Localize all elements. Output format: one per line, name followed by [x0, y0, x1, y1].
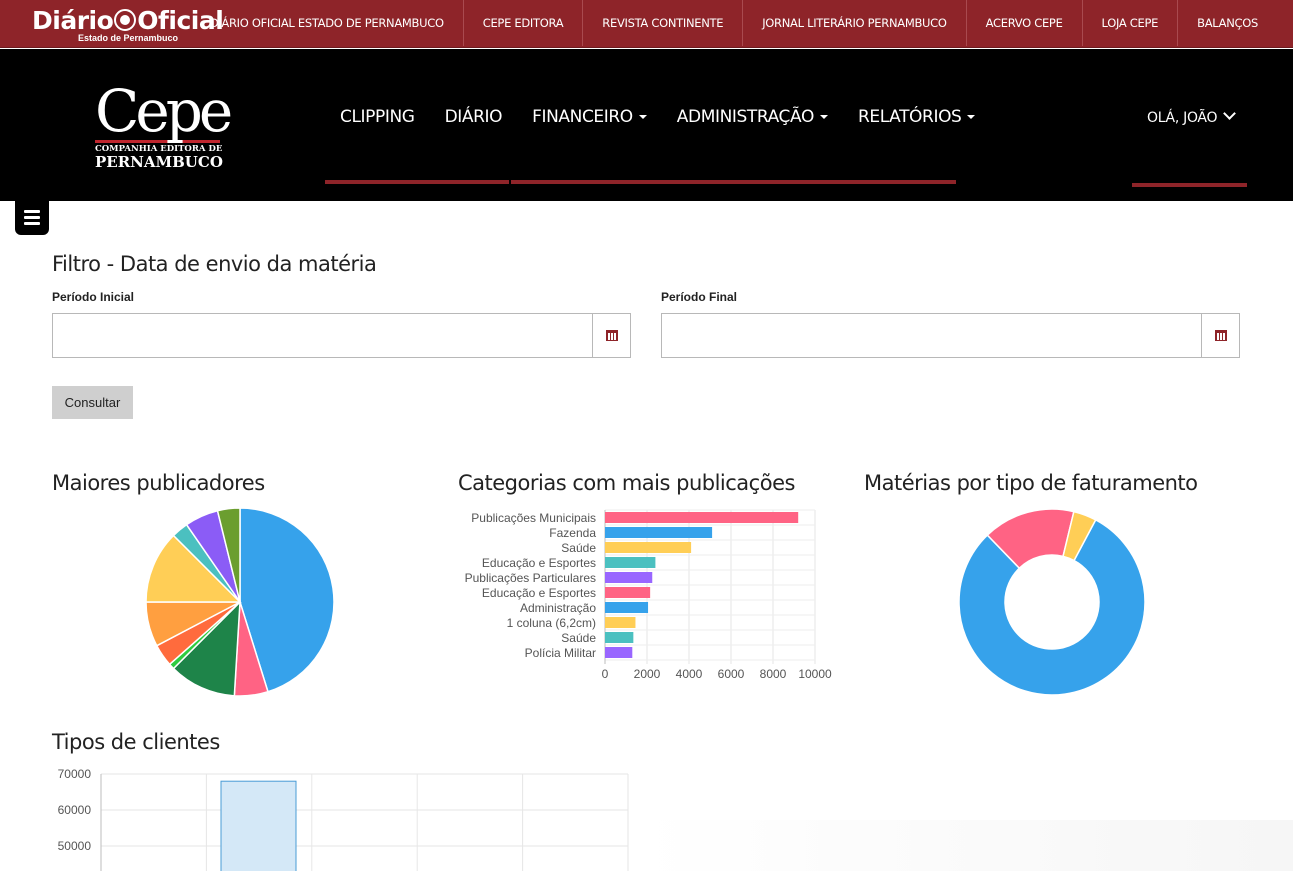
category-bar[interactable]: [605, 602, 649, 613]
category-bar[interactable]: [605, 572, 653, 583]
category-label: Educação e Esportes: [482, 556, 596, 570]
menu-item-financeiro[interactable]: FINANCEIRO: [517, 49, 662, 185]
category-label: Polícia Militar: [525, 646, 596, 660]
chevron-down-icon: [1223, 107, 1237, 120]
filter-title: Filtro - Data de envio da matéria: [52, 252, 377, 276]
seal-icon: [114, 9, 137, 31]
billing-chart-title: Matérias por tipo de faturamento: [864, 471, 1198, 495]
top-link-acervo-cepe[interactable]: ACERVO CEPE: [965, 0, 1082, 46]
publishers-chart-title: Maiores publicadores: [52, 471, 265, 495]
category-label: Saúde: [561, 631, 596, 645]
y-tick-label: 70000: [58, 767, 92, 781]
category-label: Saúde: [561, 541, 596, 555]
top-link-diario-oficial[interactable]: DIÁRIO OFICIAL ESTADO DE PERNAMBUCO: [191, 0, 463, 46]
category-bar[interactable]: [605, 617, 636, 628]
top-link-jornal-literario[interactable]: JORNAL LITERÁRIO PERNAMBUCO: [742, 0, 965, 46]
menu-label-financeiro: FINANCEIRO: [532, 107, 633, 127]
cepe-logo-line2: PERNAMBUCO: [95, 153, 223, 171]
top-nav: DIÁRIO OFICIAL ESTADO DE PERNAMBUCO CEPE…: [191, 0, 1277, 46]
consultar-button[interactable]: Consultar: [52, 386, 133, 419]
x-tick-label: 4000: [676, 667, 703, 681]
x-tick-label: 8000: [760, 667, 787, 681]
publishers-pie-chart: [145, 507, 335, 697]
end-date-input[interactable]: [662, 314, 1239, 357]
menu-item-relatorios[interactable]: RELATÓRIOS: [843, 49, 991, 185]
category-bar[interactable]: [605, 542, 692, 553]
calendar-icon: [1215, 330, 1227, 341]
user-menu[interactable]: OLÁ, JOÃO: [1147, 107, 1237, 126]
top-link-cepe-editora[interactable]: CEPE EDITORA: [462, 0, 583, 46]
categories-bar-chart: 0 2000 4000 6000 8000 10000 Publicações Munici…: [465, 509, 832, 681]
logo-text-diario: Diário: [32, 6, 114, 35]
end-date-label: Período Final: [661, 290, 738, 304]
top-link-loja-cepe[interactable]: LOJA CEPE: [1081, 0, 1178, 46]
caret-down-icon: [967, 115, 976, 119]
menu-underline-gap: [509, 180, 511, 184]
hamburger-icon-bar: [24, 216, 40, 219]
top-link-balancos[interactable]: BALANÇOS: [1177, 0, 1277, 46]
cepe-logo-wordmark: Cepe: [95, 77, 233, 145]
category-bar[interactable]: [605, 587, 651, 598]
billing-doughnut-chart: [958, 508, 1146, 696]
y-tick-label: 50000: [58, 839, 92, 853]
category-bar[interactable]: [605, 512, 799, 523]
caret-down-icon: [638, 115, 647, 119]
category-label: Administração: [520, 601, 596, 615]
category-label: Publicações Municipais: [471, 511, 596, 525]
clients-bar-chart: 70000 60000 50000: [58, 767, 629, 871]
x-tick-label: 2000: [634, 667, 661, 681]
y-tick-label: 60000: [58, 803, 92, 817]
x-tick-label: 10000: [798, 667, 832, 681]
x-tick-label: 6000: [718, 667, 745, 681]
menu-label-diario: DIÁRIO: [444, 107, 503, 127]
cepe-logo[interactable]: Cepe COMPANHIA EDITORA DE PERNAMBUCO: [95, 77, 233, 171]
bottom-shadow: [640, 820, 1293, 871]
menu-item-clipping[interactable]: CLIPPING: [325, 49, 430, 185]
category-bar[interactable]: [605, 527, 713, 538]
category-bar[interactable]: [605, 557, 656, 568]
sidebar-toggle-button[interactable]: [15, 201, 49, 235]
menu-label-administracao: ADMINISTRAÇÃO: [676, 107, 815, 127]
menu-label-clipping: CLIPPING: [340, 107, 415, 127]
client-bar[interactable]: [220, 780, 297, 871]
x-tick-label: 0: [602, 667, 609, 681]
category-label: Educação e Esportes: [482, 586, 596, 600]
start-date-label: Período Inicial: [52, 290, 135, 304]
end-date-calendar-button[interactable]: [1201, 314, 1239, 357]
menu-underline: [325, 180, 956, 184]
hamburger-icon: [24, 210, 40, 213]
calendar-icon: [606, 330, 618, 341]
clients-chart-title: Tipos de clientes: [52, 730, 220, 754]
user-greeting: OLÁ, JOÃO: [1147, 110, 1218, 126]
caret-down-icon: [819, 115, 828, 119]
category-label: Fazenda: [549, 526, 596, 540]
menu-item-administracao[interactable]: ADMINISTRAÇÃO: [662, 49, 843, 185]
main-menu: CLIPPING DIÁRIO FINANCEIRO ADMINISTRAÇÃO…: [325, 49, 990, 185]
category-bar[interactable]: [605, 632, 634, 643]
start-date-calendar-button[interactable]: [592, 314, 630, 357]
logo-subtitle: Estado de Pernambuco: [78, 33, 179, 43]
start-date-input[interactable]: [53, 314, 630, 357]
start-date-field: [52, 313, 631, 358]
categories-chart-title: Categorias com mais publicações: [458, 471, 795, 495]
category-bar[interactable]: [605, 647, 633, 658]
end-date-field: [661, 313, 1240, 358]
top-bar: Diário Oficial Estado de Pernambuco DIÁRI…: [0, 0, 1293, 48]
category-label: 1 coluna (6,2cm): [507, 616, 596, 630]
user-underline: [1132, 183, 1247, 187]
category-label: Publicações Particulares: [465, 571, 596, 585]
menu-label-relatorios: RELATÓRIOS: [857, 107, 962, 127]
hamburger-icon-bar: [24, 222, 40, 225]
main-nav: Cepe COMPANHIA EDITORA DE PERNAMBUCO CLI…: [0, 49, 1293, 201]
menu-item-diario[interactable]: DIÁRIO: [430, 49, 518, 185]
top-link-revista-continente[interactable]: REVISTA CONTINENTE: [582, 0, 742, 46]
